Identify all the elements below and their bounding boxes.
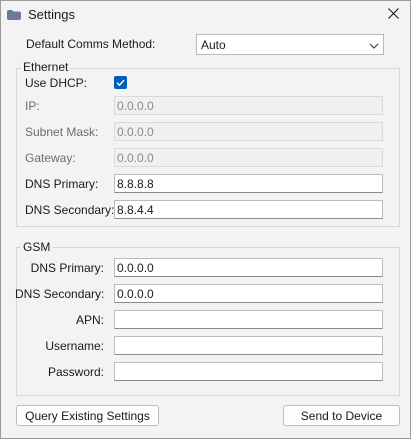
gsm-dns-secondary-field[interactable] — [114, 284, 383, 303]
apn-field[interactable] — [114, 310, 383, 329]
window-title: Settings — [28, 7, 75, 22]
apn-label: APN: — [75, 313, 104, 327]
chevron-down-icon — [369, 40, 379, 50]
title-bar: Settings — [1, 1, 410, 29]
close-button[interactable] — [376, 1, 410, 29]
query-existing-settings-button[interactable]: Query Existing Settings — [16, 405, 159, 426]
close-icon — [387, 8, 399, 22]
gsm-group-title: GSM — [21, 240, 53, 254]
ethernet-dns-secondary-field[interactable] — [114, 200, 383, 219]
ethernet-dns-primary-label: DNS Primary: — [25, 177, 99, 191]
gsm-dns-primary-field[interactable] — [114, 258, 383, 277]
password-field[interactable] — [114, 362, 383, 381]
password-label: Password: — [47, 365, 104, 379]
checkmark-icon — [116, 79, 125, 87]
comms-method-value: Auto — [201, 38, 226, 52]
ethernet-dns-primary-field[interactable] — [114, 174, 383, 193]
use-dhcp-checkbox[interactable] — [114, 76, 127, 89]
use-dhcp-label: Use DHCP: — [25, 76, 88, 90]
folder-icon — [7, 9, 21, 20]
comms-method-select[interactable]: Auto — [196, 34, 384, 55]
username-label: Username: — [45, 339, 104, 353]
ethernet-dns-secondary-label: DNS Secondary: — [25, 203, 115, 217]
settings-window: Settings Default Comms Method: Auto Ethe… — [0, 0, 411, 439]
ip-field[interactable] — [114, 96, 383, 115]
subnet-mask-field[interactable] — [114, 122, 383, 141]
ip-label: IP: — [25, 99, 40, 113]
gsm-dns-primary-label: DNS Primary: — [30, 261, 104, 275]
gateway-field[interactable] — [114, 148, 383, 167]
ethernet-group-title: Ethernet — [21, 60, 71, 74]
comms-method-label: Default Comms Method: — [26, 37, 156, 51]
username-field[interactable] — [114, 336, 383, 355]
gateway-label: Gateway: — [25, 151, 76, 165]
subnet-mask-label: Subnet Mask: — [25, 125, 99, 139]
send-to-device-button[interactable]: Send to Device — [283, 405, 400, 426]
gsm-dns-secondary-label: DNS Secondary: — [15, 287, 105, 301]
